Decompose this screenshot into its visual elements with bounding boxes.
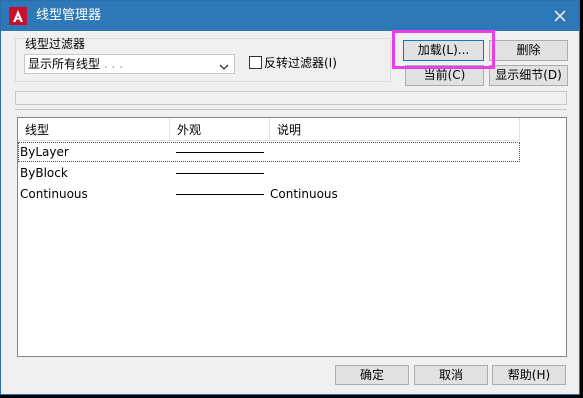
load-button[interactable]: 加载(L)... <box>403 40 484 61</box>
divider <box>15 109 567 110</box>
show-details-button[interactable]: 显示细节(D) <box>489 65 568 86</box>
cancel-button[interactable]: 取消 <box>414 365 488 385</box>
help-button-label: 帮助(H) <box>507 368 551 382</box>
column-header-appearance[interactable]: 外观 <box>170 118 270 141</box>
filter-dropdown[interactable]: 显示所有线型 . . . <box>24 54 235 74</box>
window-title: 线型管理器 <box>36 8 102 23</box>
filter-group-label: 线型过滤器 <box>25 37 86 51</box>
ok-button-label: 确定 <box>359 368 384 382</box>
filter-selected-suffix: . . . <box>103 57 123 71</box>
description-bar <box>15 91 567 105</box>
close-icon <box>554 10 566 22</box>
help-button[interactable]: 帮助(H) <box>492 365 566 385</box>
delete-button-label: 删除 <box>516 43 541 57</box>
chevron-down-icon <box>219 60 229 74</box>
show-details-button-label: 显示细节(D) <box>495 68 562 82</box>
delete-button[interactable]: 删除 <box>489 40 568 61</box>
linetype-description: Continuous <box>270 187 338 201</box>
linetype-appearance-line <box>176 173 264 174</box>
column-header-description-label: 说明 <box>277 123 302 137</box>
ok-button[interactable]: 确定 <box>335 365 409 385</box>
linetype-appearance-line <box>176 152 264 153</box>
linetype-name: Continuous <box>20 187 88 201</box>
column-header-appearance-label: 外观 <box>177 123 202 137</box>
table-row[interactable]: ByLayer <box>18 142 520 162</box>
column-header-linetype-label: 线型 <box>25 123 50 137</box>
linetype-name: ByBlock <box>20 166 68 180</box>
linetype-appearance-line <box>176 194 264 195</box>
autocad-icon <box>9 7 27 25</box>
filter-selected-value: 显示所有线型 . . . <box>28 57 123 72</box>
linetype-name: ByLayer <box>20 145 69 159</box>
column-header-description[interactable]: 说明 <box>270 118 520 141</box>
filter-selected-text: 显示所有线型 <box>28 57 101 71</box>
invert-filter-label[interactable]: 反转过滤器(I) <box>264 56 337 70</box>
invert-filter-checkbox[interactable] <box>249 56 262 69</box>
table-row[interactable]: Continuous Continuous <box>18 184 520 204</box>
close-button[interactable] <box>549 5 571 27</box>
table-row[interactable]: ByBlock <box>18 163 520 183</box>
linetype-manager-dialog: 线型管理器 线型过滤器 显示所有线型 . . . 反转过滤器(I) 加载(L).… <box>0 0 580 395</box>
linetype-list[interactable]: 线型 外观 说明 ByLayer ByBlock Continuous Cont… <box>17 117 567 357</box>
title-bar: 线型管理器 <box>1 1 579 31</box>
column-header-linetype[interactable]: 线型 <box>18 118 170 141</box>
load-button-label: 加载(L)... <box>417 43 470 57</box>
current-button[interactable]: 当前(C) <box>405 65 484 86</box>
cancel-button-label: 取消 <box>438 368 463 382</box>
current-button-label: 当前(C) <box>423 68 466 82</box>
